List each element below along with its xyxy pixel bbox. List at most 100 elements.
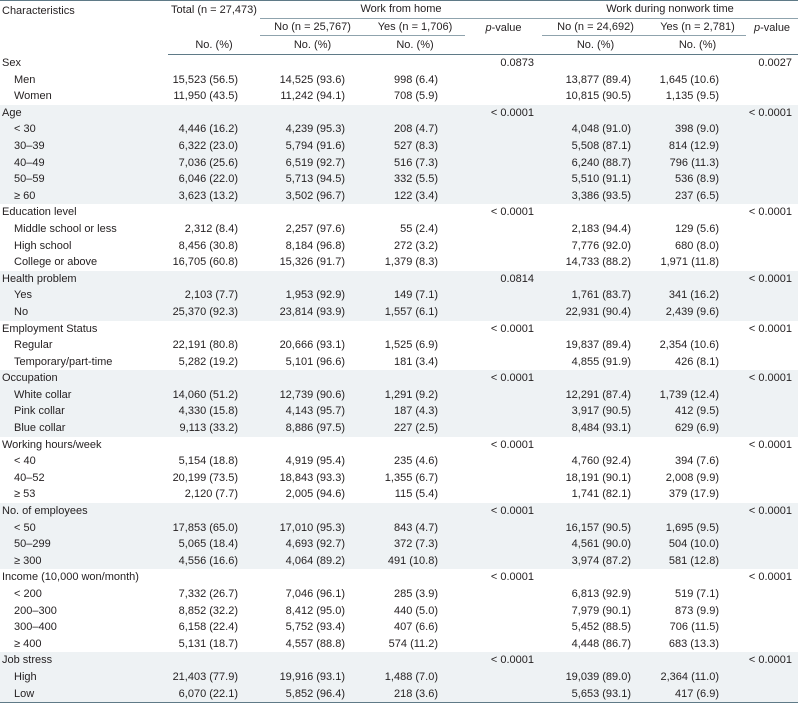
row-label: ≥ 53 [14,488,36,501]
cell-wfh-no: 5,852 (96.4) [260,685,365,703]
cell-wnt-yes [649,652,746,669]
table-row: No 25,370 (92.3) 23,814 (93.9) 1,557 (6.1) 2… [0,303,798,321]
cell-wfh-yes [365,503,465,520]
cell-total [168,104,260,122]
cell-wfh-no [260,437,365,454]
cell-pvalue-wfh [465,486,542,503]
cell-pvalue-wnt [746,536,798,553]
cell-wfh-no: 4,064 (89.2) [260,552,365,570]
row-label: High [0,668,168,686]
cell-pvalue-wnt: < 0.0001 [748,438,793,451]
cell-wnt-no [542,104,649,122]
table-row: < 200 7,332 (26.7) 7,046 (96.1) 285 (3.9) 6,… [0,586,798,603]
cell-pvalue-wnt: < 0.0001 [748,571,793,584]
cell-pvalue-wfh [465,171,542,188]
cell-pvalue-wfh [465,603,542,620]
cell-wnt-yes: 629 (6.9) [649,420,746,437]
table-row: 50–59 6,046 (22.0) 5,713 (94.5) 332 (5.5) 5,… [0,171,798,188]
cell-pvalue-wfh [465,453,542,470]
row-label: Yes [0,287,168,304]
cell-wfh-yes: 372 (7.3) [365,536,465,553]
cell-wfh-no: 4,557 (88.8) [285,637,345,650]
row-label: Women [14,90,52,103]
cell-wfh-yes: 272 (3.2) [393,239,438,252]
cell-wfh-yes [365,569,465,586]
cell-wnt-yes: 426 (8.1) [674,355,719,368]
cell-wfh-yes: 1,355 (6.7) [384,471,438,484]
cell-wfh-yes: 998 (6.4) [393,73,438,86]
cell-wfh-yes: 235 (4.6) [393,455,438,468]
header-pvalue-wfh: p-value [465,19,542,36]
cell-wnt-yes: 237 (6.5) [649,187,746,205]
cell-pvalue-wfh [465,586,542,603]
cell-total [168,204,260,221]
cell-wfh-yes: 285 (3.9) [393,588,438,600]
cell-wnt-yes: 1,135 (9.5) [665,90,719,103]
cell-pvalue-wfh [465,221,542,238]
cell-wfh-no: 4,143 (95.7) [260,403,365,421]
row-label: Blue collar [0,420,168,437]
cell-total: 9,113 (33.2) [168,420,260,437]
cell-total: 5,282 (19.2) [178,355,238,368]
header-pvalue-wnt: p-value [746,19,798,36]
cell-pvalue-wnt [746,470,798,487]
header-unit-pvalue-wfh [465,35,542,55]
cell-total [168,503,260,520]
table-row: 50–299 5,065 (18.4) 4,693 (92.7) 372 (7.3) 4… [0,536,798,553]
cell-wnt-no: 4,048 (91.0) [542,121,649,138]
cell-wnt-yes: 417 (6.9) [649,685,746,703]
cell-wnt-no: 4,760 (92.4) [571,455,631,468]
header-characteristics: Characteristics [0,0,168,55]
group-label: Employment Status [2,322,98,335]
cell-pvalue-wfh: < 0.0001 [490,322,534,335]
cell-pvalue-wfh: < 0.0001 [490,206,534,219]
cell-total: 5,131 (18.7) [178,637,238,650]
table-row: Temporary/part-time 5,282 (19.2) 5,101 (96… [0,354,798,371]
cell-wfh-no [260,104,365,122]
table-row: High school 8,456 (30.8) 8,184 (96.8) 272 (… [0,238,798,255]
cell-wnt-no: 5,452 (88.5) [571,621,631,634]
cell-total: 25,370 (92.3) [168,303,260,321]
row-label: High school [14,239,72,252]
cell-wfh-yes: 149 (7.1) [365,287,465,304]
group-label: Education level [2,206,77,219]
cell-pvalue-wfh [465,121,542,138]
cell-wfh-no: 4,693 (92.7) [260,536,365,553]
cell-wnt-no: 7,979 (90.1) [571,604,631,617]
cell-wfh-no: 19,916 (93.1) [260,668,365,686]
cell-total [168,321,260,338]
cell-pvalue-wnt [746,586,798,603]
cell-wnt-no: 22,931 (90.4) [542,303,649,321]
cell-wfh-yes [365,204,465,221]
header-wnt-yes: Yes (n = 2,781) [649,18,746,36]
cell-wfh-no: 8,184 (96.8) [285,239,345,252]
cell-pvalue-wfh [465,303,542,321]
table-group-row: Income (10,000 won/month) < 0.0001 < 0.000… [0,569,798,586]
table-group-row: Health problem 0.0814 < 0.0001 [0,270,798,288]
cell-wnt-no [542,370,649,387]
cell-wfh-no: 4,239 (95.3) [260,121,365,138]
cell-wfh-no: 4,919 (95.4) [285,455,345,468]
row-label: College or above [14,256,98,269]
cell-wfh-no: 1,953 (92.9) [260,287,365,304]
row-label: ≥ 60 [0,187,168,205]
cell-wnt-yes: 2,364 (11.0) [649,668,746,686]
cell-wnt-yes: 504 (10.0) [649,536,746,553]
cell-wnt-yes: 394 (7.6) [674,455,719,468]
table-header: Characteristics Total (n = 27,473) Work … [0,0,798,55]
cell-wfh-yes: 122 (3.4) [365,187,465,205]
cell-pvalue-wnt: < 0.0001 [746,270,798,288]
cell-pvalue-wfh [465,187,542,205]
row-label: 30–39 [0,137,168,155]
cell-total: 8,456 (30.8) [178,239,238,252]
cell-wnt-no [542,503,649,520]
cell-wnt-no: 10,815 (90.5) [565,90,631,103]
table-row: < 30 4,446 (16.2) 4,239 (95.3) 208 (4.7) 4,0… [0,121,798,138]
cell-pvalue-wnt [746,171,798,188]
cell-pvalue-wfh: 0.0814 [465,270,542,288]
table-row: 40–49 7,036 (25.6) 6,519 (92.7) 516 (7.3) 6,… [0,154,798,172]
table-group-row: No. of employees < 0.0001 < 0.0001 [0,503,798,520]
cell-pvalue-wfh [465,619,542,636]
cell-wnt-no [542,321,649,338]
table-row: < 40 5,154 (18.8) 4,919 (95.4) 235 (4.6) 4,7… [0,453,798,470]
